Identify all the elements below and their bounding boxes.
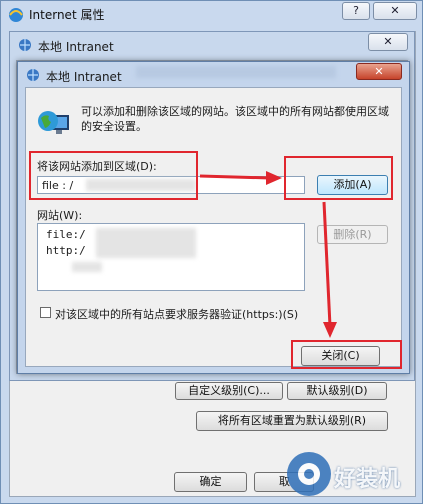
arrow-to-close (322, 201, 332, 327)
annotation-arrows (199, 171, 337, 338)
watermark-text: 好装机 (334, 467, 401, 492)
watermark-logo-icon (287, 452, 331, 496)
arrow-head (323, 322, 337, 338)
arrow-to-add (199, 174, 271, 180)
arrow-head (266, 171, 282, 185)
